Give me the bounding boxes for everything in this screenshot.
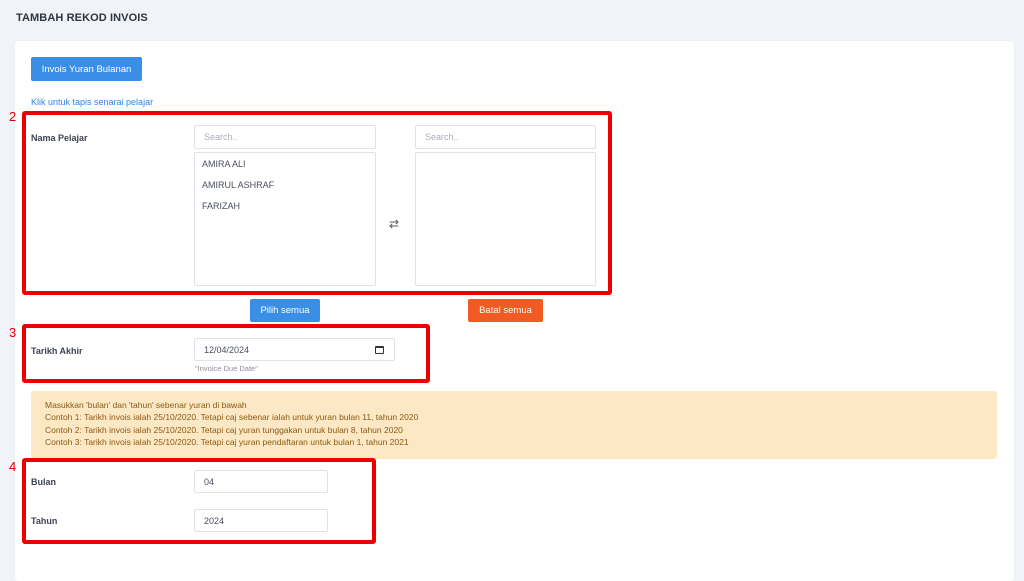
notice-line: Contoh 1: Tarikh invois ialah 25/10/2020…	[45, 412, 419, 423]
annotation-number-3: 3	[9, 325, 17, 340]
page-title: TAMBAH REKOD INVOIS	[16, 12, 148, 24]
cancel-all-button[interactable]: Batal semua	[468, 299, 543, 322]
filter-students-link[interactable]: Klik untuk tapis senarai pelajar	[31, 97, 153, 107]
notice-alert: Masukkan 'bulan' dan 'tahun' sebenar yur…	[31, 391, 997, 459]
notice-line: Contoh 2: Tarikh invois ialah 25/10/2020…	[45, 424, 403, 435]
notice-line: Contoh 3: Tarikh invois ialah 25/10/2020…	[45, 437, 409, 448]
notice-line: Masukkan 'bulan' dan 'tahun' sebenar yur…	[45, 400, 247, 410]
annotation-number-4: 4	[9, 459, 17, 474]
annotation-box-3	[22, 324, 430, 383]
invoice-type-button[interactable]: Invois Yuran Bulanan	[31, 57, 142, 81]
select-all-button[interactable]: Pilih semua	[250, 299, 320, 322]
annotation-box-2	[22, 111, 612, 295]
annotation-box-4	[22, 458, 376, 544]
annotation-number-2: 2	[9, 109, 17, 124]
